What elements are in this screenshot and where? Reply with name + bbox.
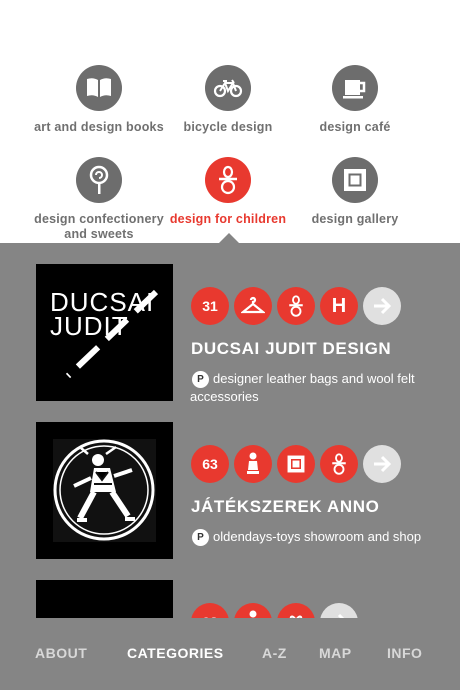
thumbnail-ducsai-judit: DUCSAI JUDIT [36, 264, 173, 401]
listing-panel[interactable]: DUCSAI JUDIT 31 H DUCSAI JUDIT DESIGN P … [0, 243, 460, 618]
nav-categories[interactable]: CATEGORIES [127, 645, 224, 661]
hotel-icon: H [331, 294, 347, 317]
thumbnail-jatekszerek-anno [36, 422, 173, 559]
frame-badge [277, 445, 315, 483]
pacifier-badge [277, 287, 315, 325]
go-arrow-button[interactable] [363, 287, 401, 325]
category-design-cafe[interactable]: design café [280, 65, 430, 135]
thumbnail-third-item [36, 580, 173, 618]
hanger-icon [241, 296, 265, 314]
item-badges: 63 [191, 445, 406, 483]
item-badges: 31 H [191, 287, 406, 325]
nav-about[interactable]: ABOUT [35, 645, 87, 661]
gift-badge [277, 603, 315, 618]
item-title[interactable]: JÁTÉKSZEREK ANNO [191, 497, 379, 517]
hanger-badge [234, 287, 272, 325]
category-grid: art and design books bicycle design desi… [0, 0, 460, 243]
nav-map[interactable]: MAP [319, 645, 352, 661]
list-item[interactable]: DUCSAI JUDIT 31 H DUCSAI JUDIT DESIGN P … [0, 264, 460, 404]
pacifier-icon [219, 165, 237, 195]
bicycle-icon [213, 79, 243, 98]
hotel-badge: H [320, 287, 358, 325]
list-item[interactable]: 63 JÁTÉKSZEREK ANNO P oldendays-toys sho… [0, 422, 460, 562]
category-label: design café [319, 120, 391, 134]
pacifier-icon [289, 295, 303, 317]
figure-icon [249, 610, 257, 618]
list-item[interactable]: 98 [0, 580, 460, 618]
item-description: Poldendays-toys showroom and shop [190, 528, 430, 547]
go-arrow-button[interactable] [363, 445, 401, 483]
number-badge: 98 [191, 603, 229, 618]
pacifier-badge [320, 445, 358, 483]
bottom-nav: ABOUT CATEGORIES A-Z MAP INFO [0, 618, 460, 690]
figure-badge [234, 603, 272, 618]
item-description-text: designer leather bags and wool felt acce… [190, 371, 415, 405]
coffee-cup-icon [343, 80, 366, 99]
category-design-gallery[interactable]: design gallery [280, 157, 430, 227]
frame-icon [287, 455, 305, 473]
frame-icon [344, 169, 366, 191]
category-label: art and design books [34, 120, 164, 134]
nav-a-z[interactable]: A-Z [262, 645, 287, 661]
parking-icon: P [192, 371, 209, 389]
arrow-right-icon [374, 297, 392, 315]
book-icon [87, 78, 111, 97]
nav-info[interactable]: INFO [387, 645, 422, 661]
active-category-pointer [219, 233, 239, 243]
arrow-right-icon [374, 455, 392, 473]
lollipop-icon [89, 165, 109, 194]
go-arrow-button[interactable] [320, 603, 358, 618]
parking-icon: P [192, 529, 209, 547]
category-label: design confectionery and sweets [34, 212, 164, 241]
number-badge: 31 [191, 287, 229, 325]
pacifier-icon [332, 453, 346, 475]
item-description-text: oldendays-toys showroom and shop [213, 529, 422, 544]
category-design-confectionery[interactable]: design confectionery and sweets [24, 157, 174, 242]
number-badge: 63 [191, 445, 229, 483]
category-art-and-design-books[interactable]: art and design books [24, 65, 174, 135]
figure-icon [247, 452, 259, 474]
item-badges: 98 [191, 603, 363, 618]
dashed-slash-graphic [65, 289, 159, 379]
item-title[interactable]: DUCSAI JUDIT DESIGN [191, 339, 391, 359]
harlequin-logo [53, 439, 156, 542]
item-description: Pdesigner leather bags and wool felt acc… [190, 370, 430, 405]
category-label: design gallery [311, 212, 399, 226]
figure-badge [234, 445, 272, 483]
